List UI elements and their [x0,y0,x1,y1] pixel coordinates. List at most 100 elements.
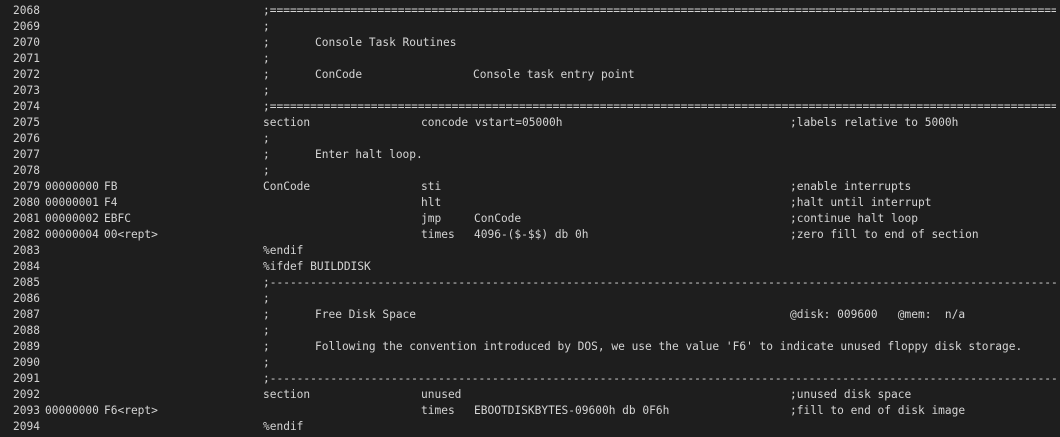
comment-text: Following the convention introduced by D… [315,340,1023,353]
label-field: ; [263,84,270,97]
address: 00000000 [45,180,99,193]
line-number: 2085 [13,276,40,289]
listing-row: 2086; [0,291,1060,307]
operation-field: times [421,228,455,241]
line-number: 2077 [13,148,40,161]
object-bytes: FB [104,180,118,193]
line-number: 2068 [13,4,40,17]
trailing-comment: ;labels relative to 5000h [790,116,959,129]
assembly-listing: 2068 ;===================================… [0,0,1060,437]
label-field: ; [263,308,270,321]
object-bytes: EBFC [104,212,131,225]
label-field: ; [263,148,270,161]
comment-text: Enter halt loop. [315,148,423,161]
line-number: 2081 [13,212,40,225]
line-number: 2078 [13,164,40,177]
separator-rule: ;=======================================… [263,4,1056,17]
trailing-comment: ;unused disk space [790,388,912,401]
line-number: 2082 [13,228,40,241]
object-bytes: F4 [104,196,118,209]
operation-field: concode vstart=05000h [421,116,563,129]
line-number: 2074 [13,100,40,113]
listing-row: 2068 ;===================================… [0,3,1060,19]
line-number: 2079 [13,180,40,193]
trailing-comment: ;enable interrupts [790,180,912,193]
listing-row: 2072; ConCode Console task entry point [0,67,1060,83]
operation-field: unused [421,388,462,401]
address: 00000001 [45,196,99,209]
listing-row: 2077; Enter halt loop. [0,147,1060,163]
comment-text: Free Disk Space [315,308,417,321]
label-field: ConCode [263,180,311,193]
listing-row: 2082 00000004 00<rept> times 4096-($-$$) db … [0,227,1060,243]
listing-row: 2087; Free Disk Space @disk: 009600 @mem: … [0,307,1060,323]
label-field: ; [263,164,270,177]
address: 00000000 [45,404,99,417]
label-field: ; [263,356,270,369]
listing-row: 2071; [0,51,1060,67]
operation-field: times [421,404,455,417]
listing-row: 2083 %endif [0,243,1060,259]
line-number: 2084 [13,260,40,273]
label-field: section [263,116,311,129]
trailing-comment: ;continue halt loop [790,212,918,225]
listing-row: 2080 00000001 F4 hlt ;halt until interrupt [0,195,1060,211]
operation-field: sti [421,180,442,193]
label-field: ; [263,132,270,145]
trailing-comment: ;zero fill to end of section [790,228,979,241]
line-number: 2069 [13,20,40,33]
label-field: ; [263,324,270,337]
address: 00000002 [45,212,99,225]
label-field: ; [263,52,270,65]
operand-field: EBOOTDISKBYTES-09600h db 0F6h [474,404,670,417]
line-number: 2083 [13,244,40,257]
listing-row: 2075 section concode vstart=05000h ;labels … [0,115,1060,131]
separator-rule: ;=======================================… [263,100,1056,113]
line-number: 2080 [13,196,40,209]
listing-row: 2079 00000000 FB ConCode sti ;enable interrup… [0,179,1060,195]
listing-row: 2088; [0,323,1060,339]
label-field: section [263,388,311,401]
line-number: 2071 [13,52,40,65]
label-field: %endif [263,420,304,433]
label-field: ; [263,68,270,81]
object-bytes: 00<rept> [104,228,158,241]
operand-field: ConCode [474,212,522,225]
address: 00000004 [45,228,99,241]
separator-rule: ;---------------------------------------… [263,372,1056,385]
line-number: 2092 [13,388,40,401]
line-number: 2075 [13,116,40,129]
listing-row: 2089; Following the convention introduced… [0,339,1060,355]
listing-row: 2090; [0,355,1060,371]
label-field: %endif [263,244,304,257]
trailing-comment: ;halt until interrupt [790,196,932,209]
line-number: 2093 [13,404,40,417]
listing-row: 2085 ;-----------------------------------… [0,275,1060,291]
operation-field: hlt [421,196,442,209]
listing-row: 2073; [0,83,1060,99]
line-number: 2094 [13,420,40,433]
comment-text: Console Task Routines [315,36,457,49]
listing-row: 2084 %ifdef BUILDDISK [0,259,1060,275]
separator-rule: ;---------------------------------------… [263,276,1056,289]
label-field: ; [263,340,270,353]
line-number: 2090 [13,356,40,369]
listing-row: 2070; Console Task Routines [0,35,1060,51]
listing-row: 2093 00000000 F6<rept> times EBOOTDISKBYTES-… [0,403,1060,419]
disk-location-note: @disk: 009600 @mem: n/a [790,308,966,321]
line-number: 2091 [13,372,40,385]
comment-description: Console task entry point [473,68,635,81]
listing-row: 2092 section unused ;unused disk space [0,387,1060,403]
listing-row: 2091 ;-----------------------------------… [0,371,1060,387]
object-bytes: F6<rept> [104,404,158,417]
trailing-comment: ;fill to end of disk image [790,404,966,417]
line-number: 2086 [13,292,40,305]
listing-row: 2074 ;===================================… [0,99,1060,115]
line-number: 2073 [13,84,40,97]
line-number: 2072 [13,68,40,81]
label-field: ; [263,20,270,33]
label-field: %ifdef BUILDDISK [263,260,371,273]
label-field: ; [263,292,270,305]
line-number: 2089 [13,340,40,353]
label-field: ; [263,36,270,49]
